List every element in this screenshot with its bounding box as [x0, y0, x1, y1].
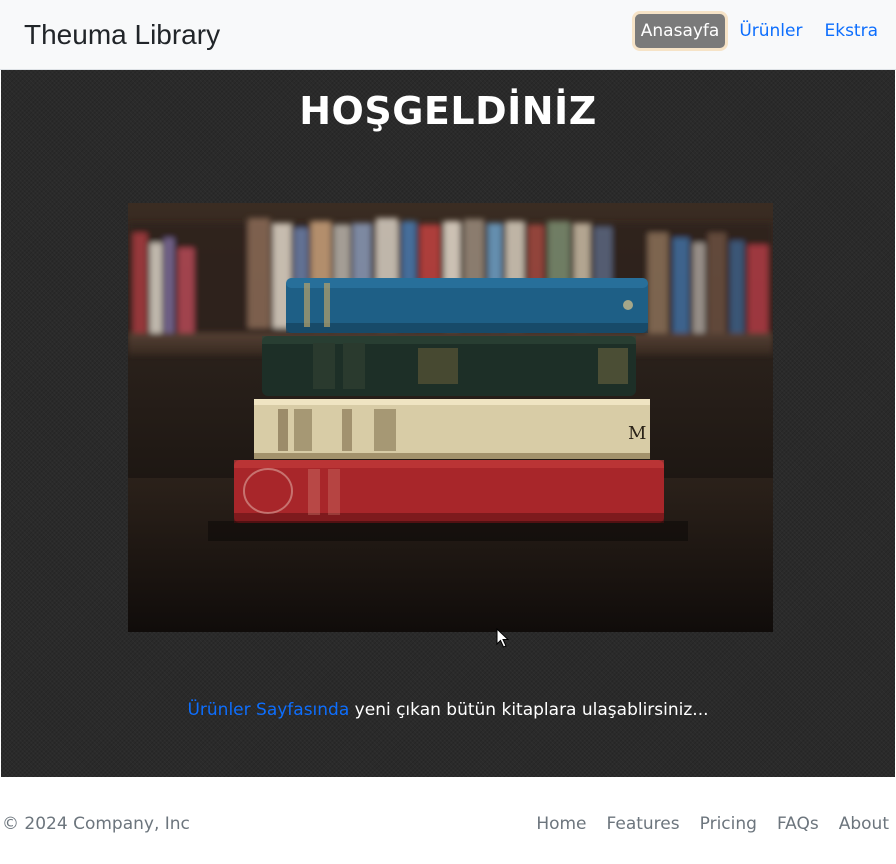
navbar: Theuma Library Anasayfa Ürünler Ekstra: [0, 0, 896, 70]
mouse-cursor-icon: [496, 628, 510, 648]
nav-link-anasayfa[interactable]: Anasayfa: [634, 14, 726, 48]
svg-text:M: M: [628, 423, 646, 444]
footer-link-features[interactable]: Features: [607, 813, 680, 835]
brand-logo[interactable]: Theuma Library: [24, 17, 220, 53]
footer-nav: Home Features Pricing FAQs About: [536, 813, 889, 835]
footer-link-home[interactable]: Home: [536, 813, 586, 835]
footer: © 2024 Company, Inc Home Features Pricin…: [0, 777, 896, 864]
copyright-text: © 2024 Company, Inc: [2, 814, 190, 834]
page-title: HOŞGELDİNİZ: [299, 89, 597, 133]
tagline: Ürünler Sayfasında yeni çıkan bütün kita…: [1, 698, 895, 722]
products-page-link[interactable]: Ürünler Sayfasında: [187, 700, 349, 720]
footer-link-faqs[interactable]: FAQs: [777, 813, 819, 835]
main-content: HOŞGELDİNİZ M Ürünler Sayfasında yeni çı…: [1, 70, 895, 777]
books-photo: M: [128, 203, 773, 632]
footer-link-about[interactable]: About: [839, 813, 889, 835]
nav-link-ekstra[interactable]: Ekstra: [816, 14, 886, 48]
footer-link-pricing[interactable]: Pricing: [700, 813, 757, 835]
tagline-text: yeni çıkan bütün kitaplara ulaşablirsini…: [349, 700, 709, 720]
main-nav: Anasayfa Ürünler Ekstra: [634, 14, 886, 48]
nav-link-urunler[interactable]: Ürünler: [731, 14, 810, 48]
